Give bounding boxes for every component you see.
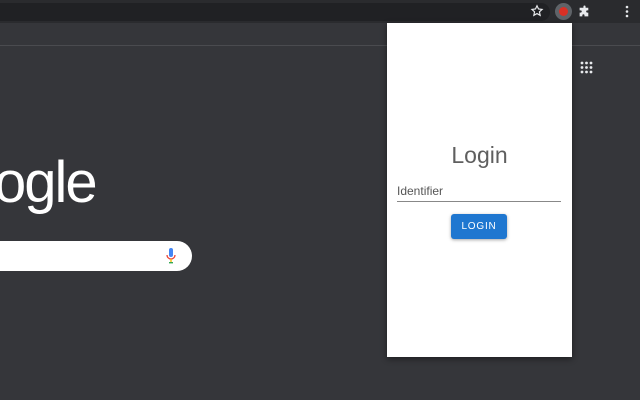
three-dot-menu-icon[interactable]: [622, 5, 632, 18]
google-logo: ogle: [0, 150, 98, 215]
login-button[interactable]: LOGIN: [451, 214, 507, 239]
login-title: Login: [451, 142, 508, 168]
microphone-icon[interactable]: [166, 248, 176, 264]
browser-toolbar: [0, 0, 640, 23]
star-icon[interactable]: [530, 4, 544, 18]
apps-grid-icon[interactable]: [580, 61, 593, 74]
red-dot-extension-icon[interactable]: [555, 3, 572, 20]
search-box[interactable]: [0, 241, 192, 271]
puzzle-icon[interactable]: [578, 5, 591, 18]
extension-popup: Login LOGIN: [387, 23, 572, 357]
address-bar[interactable]: [0, 3, 550, 21]
identifier-field[interactable]: [397, 180, 561, 202]
